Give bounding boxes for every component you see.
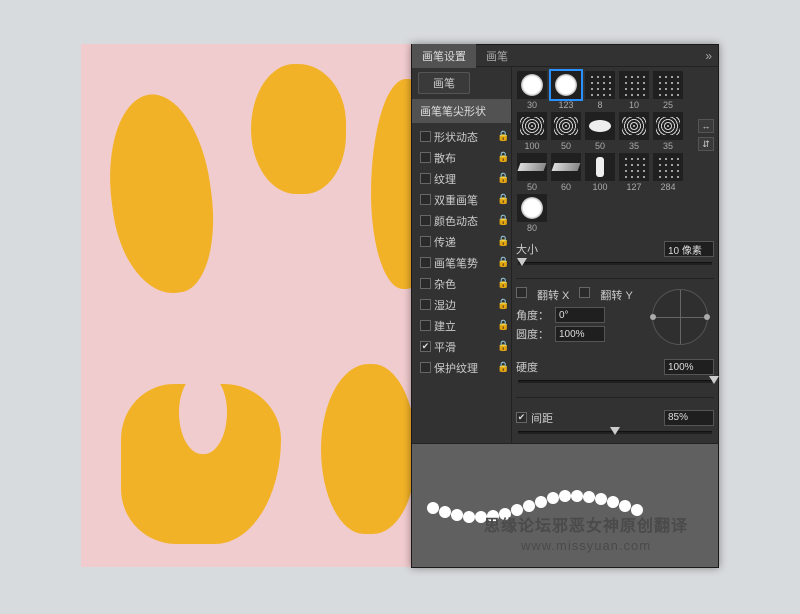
option-label[interactable]: 双重画笔: [434, 192, 494, 208]
brush-thumbnail[interactable]: 25: [652, 71, 684, 110]
artwork-shape: [121, 384, 281, 544]
brush-presets-button[interactable]: 画笔: [418, 72, 470, 94]
size-label: 大小: [516, 241, 538, 257]
option-label[interactable]: 杂色: [434, 276, 494, 292]
brush-preview: 思缘论坛邪恶女神原创翻译 www.missyuan.com: [412, 443, 718, 567]
flip-x-label: 翻转 X: [537, 287, 569, 303]
brush-thumbnail[interactable]: 35: [652, 112, 684, 151]
option-label[interactable]: 散布: [434, 150, 494, 166]
option-checkbox[interactable]: [420, 173, 431, 184]
tab-brush-settings[interactable]: 画笔设置: [412, 44, 476, 68]
reset-size-icon[interactable]: ↔: [698, 119, 714, 133]
option-checkbox[interactable]: [420, 257, 431, 268]
flip-x-checkbox[interactable]: [516, 287, 527, 298]
panel-tabs: 画笔设置 画笔 »: [412, 45, 718, 67]
angle-label: 角度：: [516, 307, 549, 323]
orientation-control[interactable]: [652, 289, 708, 345]
roundness-label: 圆度：: [516, 326, 549, 342]
option-checkbox[interactable]: [420, 341, 431, 352]
lock-icon[interactable]: 🔒: [497, 194, 509, 205]
size-input[interactable]: [664, 241, 714, 257]
lock-icon[interactable]: 🔒: [497, 215, 509, 226]
flip-y-label: 翻转 Y: [600, 287, 632, 303]
brush-thumbnail[interactable]: 100: [584, 153, 616, 192]
brush-thumbnail[interactable]: 127: [618, 153, 650, 192]
brush-thumbnail[interactable]: 50: [516, 153, 548, 192]
brush-thumbnail[interactable]: 50: [550, 112, 582, 151]
option-label[interactable]: 湿边: [434, 297, 494, 313]
spacing-input[interactable]: [664, 410, 714, 426]
brush-thumbnail[interactable]: 100: [516, 112, 548, 151]
option-label[interactable]: 纹理: [434, 171, 494, 187]
option-checkbox[interactable]: [420, 278, 431, 289]
artwork-shape: [321, 364, 416, 534]
option-label[interactable]: 建立: [434, 318, 494, 334]
collapse-icon[interactable]: »: [699, 49, 718, 63]
option-checkbox[interactable]: [420, 215, 431, 226]
brush-tip-shape-header[interactable]: 画笔笔尖形状: [412, 99, 511, 123]
brush-thumbnail[interactable]: 10: [618, 71, 650, 110]
spacing-checkbox[interactable]: [516, 412, 527, 423]
lock-icon[interactable]: 🔒: [497, 131, 509, 142]
flip-y-checkbox[interactable]: [579, 287, 590, 298]
artwork-shape: [251, 64, 346, 194]
options-column: 画笔 画笔笔尖形状 形状动态🔒散布🔒纹理🔒双重画笔🔒颜色动态🔒传递🔒画笔笔势🔒杂…: [412, 67, 512, 447]
option-label[interactable]: 保护纹理: [434, 360, 494, 376]
brush-thumbnail[interactable]: 284: [652, 153, 684, 192]
lock-icon[interactable]: 🔒: [497, 299, 509, 310]
brush-thumbnail[interactable]: 8: [584, 71, 616, 110]
lock-icon[interactable]: 🔒: [497, 236, 509, 247]
roundness-input[interactable]: [555, 326, 605, 342]
brush-thumbnail[interactable]: 80: [516, 194, 548, 233]
brush-thumbnail[interactable]: 123: [550, 71, 582, 110]
angle-input[interactable]: [555, 307, 605, 323]
brush-grid: 301238102510050503535506010012728480: [516, 71, 714, 233]
option-label[interactable]: 画笔笔势: [434, 255, 494, 271]
hardness-input[interactable]: [664, 359, 714, 375]
option-checkbox[interactable]: [420, 131, 431, 142]
spacing-label: 间距: [531, 410, 553, 426]
option-checkbox[interactable]: [420, 236, 431, 247]
lock-icon[interactable]: 🔒: [497, 341, 509, 352]
hardness-slider[interactable]: [516, 375, 714, 392]
lock-icon[interactable]: 🔒: [497, 152, 509, 163]
option-label[interactable]: 传递: [434, 234, 494, 250]
option-label[interactable]: 颜色动态: [434, 213, 494, 229]
brush-thumbnail[interactable]: 35: [618, 112, 650, 151]
brush-thumbnail[interactable]: 50: [584, 112, 616, 151]
brush-settings-panel: 画笔设置 画笔 » 画笔 画笔笔尖形状 形状动态🔒散布🔒纹理🔒双重画笔🔒颜色动态…: [411, 44, 719, 568]
lock-icon[interactable]: 🔒: [497, 257, 509, 268]
option-label[interactable]: 形状动态: [434, 129, 494, 145]
settings-column: 301238102510050503535506010012728480 ↔ ⇵…: [512, 67, 718, 447]
lock-icon[interactable]: 🔒: [497, 278, 509, 289]
watermark: 思缘论坛邪恶女神原创翻译 www.missyuan.com: [484, 512, 688, 553]
size-slider[interactable]: [516, 257, 714, 274]
option-checkbox[interactable]: [420, 320, 431, 331]
artwork-shape: [98, 88, 225, 300]
option-checkbox[interactable]: [420, 299, 431, 310]
option-label[interactable]: 平滑: [434, 339, 494, 355]
brush-thumbnail[interactable]: 30: [516, 71, 548, 110]
lock-icon[interactable]: 🔒: [497, 362, 509, 373]
option-checkbox[interactable]: [420, 194, 431, 205]
brush-thumbnail[interactable]: 60: [550, 153, 582, 192]
spacing-slider[interactable]: [516, 426, 714, 443]
option-checkbox[interactable]: [420, 362, 431, 373]
option-checkbox[interactable]: [420, 152, 431, 163]
hardness-label: 硬度: [516, 359, 538, 375]
tab-brushes[interactable]: 画笔: [476, 44, 518, 68]
flip-icon[interactable]: ⇵: [698, 137, 714, 151]
lock-icon[interactable]: 🔒: [497, 173, 509, 184]
lock-icon[interactable]: 🔒: [497, 320, 509, 331]
